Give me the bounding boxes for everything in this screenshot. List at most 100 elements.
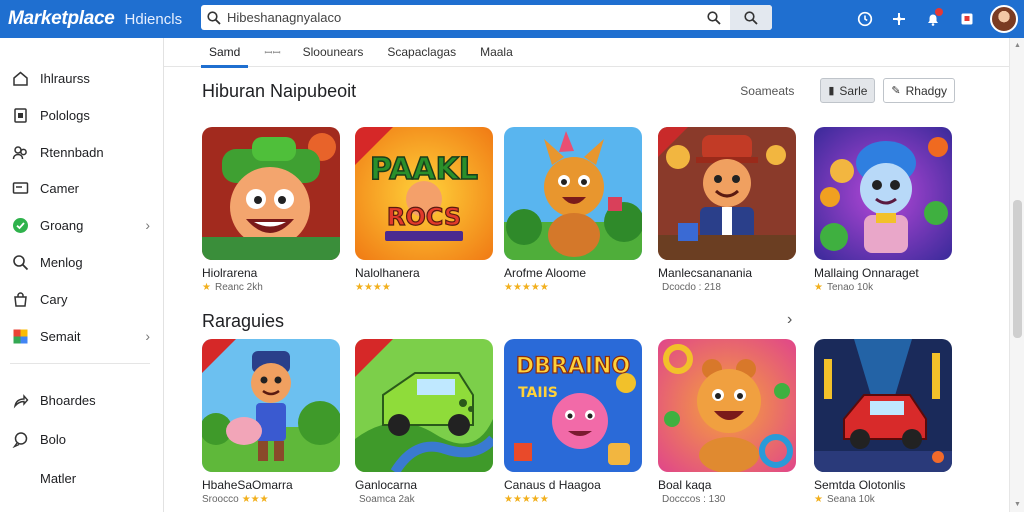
tab-4[interactable]: Maala [480, 38, 513, 67]
ready-button[interactable]: ✎ Rhadgy [883, 78, 955, 103]
search-submit-button[interactable] [730, 5, 772, 30]
sidebar-item-label: Polologs [40, 107, 90, 123]
scrollbar-thumb[interactable] [1013, 200, 1022, 338]
app-thumbnail[interactable] [814, 339, 952, 472]
tab-2[interactable]: Sloounears [303, 38, 364, 67]
app-meta: ★★★★ [355, 282, 493, 293]
app-card[interactable]: Manlecsananania Dcocdo : 218 [658, 127, 796, 293]
app-card[interactable]: Arofme Aloome ★★★★★ [504, 127, 642, 293]
tab-3[interactable]: Scapaclagas [387, 38, 456, 67]
scroll-down-icon[interactable]: ▼ [1013, 501, 1022, 508]
bookmark-icon[interactable] [950, 0, 984, 38]
app-card[interactable]: Mallaing Onnaraget ★ Tenao 10k [814, 127, 952, 293]
pen-icon: ✎ [891, 85, 901, 97]
app-rating-text: Docccos : 130 [662, 494, 726, 505]
sidebar-item-4[interactable]: Camer [0, 173, 164, 203]
sort-label[interactable]: Soameats [740, 84, 794, 98]
app-title[interactable]: Arofme Aloome [504, 266, 642, 280]
app-thumbnail[interactable] [202, 127, 340, 260]
sidebar-item-3[interactable]: Rtennbadn [0, 137, 164, 167]
gamepad-icon[interactable] [882, 0, 916, 38]
sidebar: Ihlraurss Polologs Rtennbadn Camer Groan… [0, 38, 164, 512]
scroll-up-icon[interactable]: ▲ [1013, 42, 1022, 49]
sidebar-item-8[interactable]: Semait › [0, 321, 164, 351]
app-card[interactable]: Boal kaqa Docccos : 130 [658, 339, 796, 505]
search-bar [201, 5, 772, 30]
app-title[interactable]: Boal kaqa [658, 478, 796, 492]
save-button[interactable]: ▮ Sarle [820, 78, 876, 103]
app-rating-text: Seana 10k [826, 494, 875, 505]
chevron-right-icon[interactable]: › [787, 311, 792, 329]
sidebar-divider [10, 363, 150, 364]
sidebar-item-6[interactable]: Menlog [0, 247, 164, 277]
app-meta: Docccos : 130 [658, 494, 796, 505]
app-title[interactable]: Semtda Olotonlis [814, 478, 952, 492]
app-rating-text: Soamca 2ak [359, 494, 415, 505]
brand-logo[interactable]: Marketplace [8, 8, 115, 30]
app-card[interactable]: PAAKL ROCS Nalolhanera ★★★★ [355, 127, 493, 293]
app-meta: ★ Reanc 2kh [202, 282, 340, 293]
sidebar-item-label: Groang [40, 217, 84, 233]
home-icon [0, 70, 40, 87]
app-title[interactable]: HbaheSaOmarra [202, 478, 340, 492]
sidebar-item-9[interactable]: Bhoardes [0, 385, 164, 415]
tab-1[interactable]: Samd [200, 38, 249, 68]
main-content: Hiburan Naipubeoit Soameats ▮ Sarle ✎ Rhad… [164, 67, 1009, 512]
search-input[interactable] [227, 6, 698, 29]
app-meta: ★ Seana 10k [814, 494, 952, 505]
app-meta: ★★★★★ [504, 282, 642, 293]
notifications-icon[interactable] [916, 0, 950, 38]
app-title[interactable]: Ganlocarna [355, 478, 493, 492]
chevron-right-icon: › [145, 328, 150, 344]
sidebar-item-label: Bolo [40, 431, 67, 447]
app-card[interactable]: DBRAINO TAIIS Canaus d Haagoa ★★★★★ [504, 339, 642, 505]
search-icon [201, 5, 227, 30]
app-card[interactable]: Semtda Olotonlis ★ Seana 10k [814, 339, 952, 505]
rating-stars: ★ [814, 282, 823, 293]
apps-icon [0, 328, 40, 345]
clock-icon[interactable] [848, 0, 882, 38]
vertical-scrollbar[interactable]: ▲ ▼ [1009, 38, 1024, 512]
monitor-icon [0, 180, 40, 197]
brand-subtitle: Hdiencls [124, 10, 183, 28]
app-thumbnail[interactable]: PAAKL ROCS [355, 127, 493, 260]
app-rating-text: Dcocdo : 218 [662, 282, 721, 293]
app-thumbnail[interactable] [814, 127, 952, 260]
chevron-right-icon: › [145, 217, 150, 233]
sidebar-item-2[interactable]: Polologs [0, 100, 164, 130]
rating-stars: ★★★★★ [504, 494, 549, 505]
sidebar-item-5[interactable]: Groang › [0, 210, 164, 240]
app-title[interactable]: Nalolhanera [355, 266, 493, 280]
sidebar-item-7[interactable]: Cary [0, 284, 164, 314]
app-meta: ★ Tenao 10k [814, 282, 952, 293]
sidebar-item-10[interactable]: Bolo [0, 424, 164, 454]
app-card[interactable]: Ganlocarna Soamca 2ak [355, 339, 493, 505]
sidebar-item-label: Bhoardes [40, 392, 96, 408]
app-thumbnail[interactable]: DBRAINO TAIIS [504, 339, 642, 472]
sidebar-item-label: Rtennbadn [40, 144, 104, 160]
rating-stars: ★ [814, 494, 823, 505]
sidebar-item-11[interactable]: Matler [0, 463, 164, 493]
avatar[interactable] [990, 5, 1018, 33]
svg-text:DBRAINO: DBRAINO [516, 354, 630, 379]
rating-stars: ★★★★★ [504, 282, 549, 293]
notification-badge [935, 8, 943, 16]
app-title[interactable]: Mallaing Onnaraget [814, 266, 952, 280]
app-thumbnail[interactable] [658, 339, 796, 472]
app-thumbnail[interactable] [658, 127, 796, 260]
app-thumbnail[interactable] [504, 127, 642, 260]
app-thumbnail[interactable] [202, 339, 340, 472]
sidebar-item-1[interactable]: Ihlraurss [0, 63, 164, 93]
app-title[interactable]: Manlecsananania [658, 266, 796, 280]
rating-stars: ★★★★ [355, 282, 391, 293]
app-title[interactable]: Hiolrarena [202, 266, 340, 280]
section-tools: Soameats ▮ Sarle ✎ Rhadgy [740, 78, 955, 103]
search-button[interactable] [698, 5, 730, 30]
app-card[interactable]: HbaheSaOmarra Sroocco ★★★ [202, 339, 340, 505]
app-thumbnail[interactable] [355, 339, 493, 472]
sidebar-item-label: Semait [40, 328, 81, 344]
app-title[interactable]: Canaus d Haagoa [504, 478, 642, 492]
sidebar-item-label: Cary [40, 291, 68, 307]
app-card[interactable]: Hiolrarena ★ Reanc 2kh [202, 127, 340, 293]
sidebar-item-label: Camer [40, 180, 80, 196]
